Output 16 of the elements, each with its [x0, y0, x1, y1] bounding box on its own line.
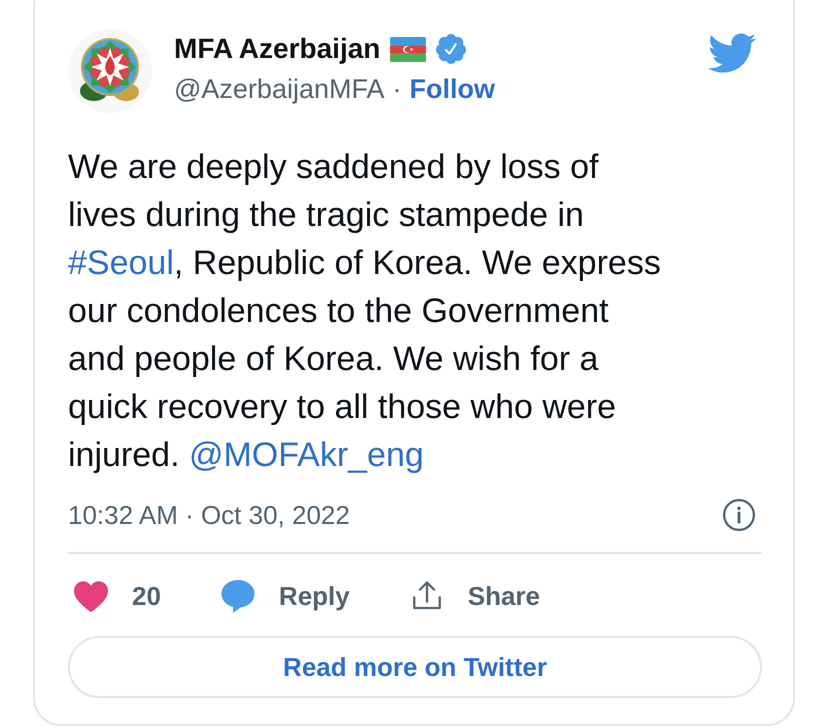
- reply-button[interactable]: Reply: [220, 578, 350, 614]
- share-button[interactable]: Share: [410, 578, 540, 614]
- timestamp-link[interactable]: 10:32 AM · Oct 30, 2022: [68, 498, 350, 532]
- speech-bubble-icon: [220, 580, 255, 612]
- separator-dot: ·: [392, 73, 402, 106]
- like-button[interactable]: 20: [74, 578, 161, 614]
- flag-icon: [390, 36, 426, 62]
- author-name[interactable]: MFA Azerbaijan: [174, 31, 380, 67]
- heart-icon: [74, 580, 108, 612]
- tweet-text: We are deeply saddened by loss of lives during the tragic stampede in #Seoul, Republic of Korea. We express our condolences to the Government and people of Korea. We wish for a quick recovery to all those who were injured. @MOFAkr_eng: [68, 147, 662, 476]
- read-more-button[interactable]: Read more on Twitter: [68, 636, 762, 698]
- follow-link[interactable]: Follow: [410, 71, 495, 107]
- author-handle[interactable]: @AzerbaijanMFA: [174, 71, 384, 107]
- hashtag-link[interactable]: #Seoul: [68, 244, 174, 282]
- info-icon[interactable]: [722, 498, 756, 532]
- mention-link[interactable]: @MOFAkr_eng: [188, 436, 424, 474]
